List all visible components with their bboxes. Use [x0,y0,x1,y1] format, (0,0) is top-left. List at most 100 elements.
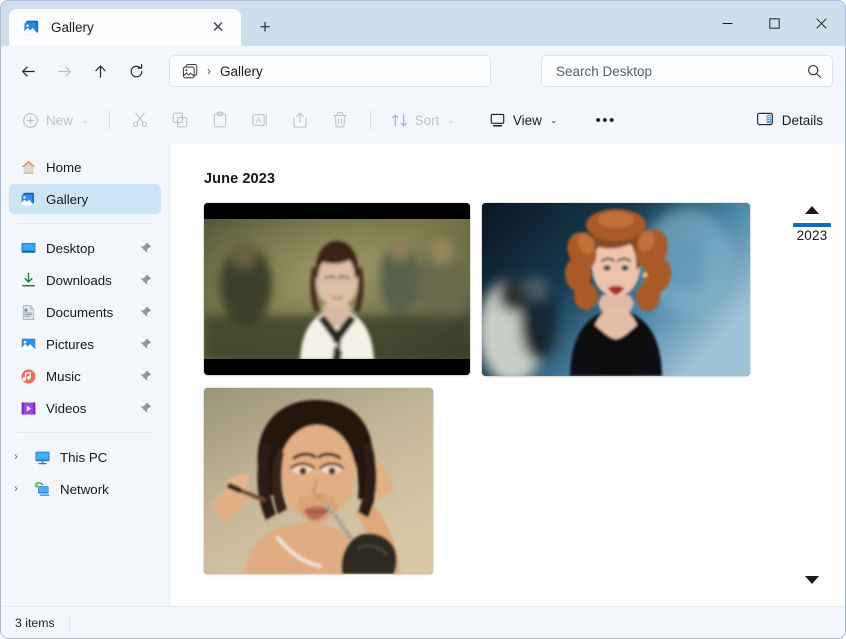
year-scrollbar: 2023 [779,144,845,606]
address-bar: › Gallery Search Desktop [1,46,845,96]
forward-button[interactable] [47,54,81,88]
photo-thumbnail-3 [204,388,433,574]
body: Home Gallery Desktop Downloads Documents… [1,144,845,606]
title-bar: Gallery ✕ + [1,1,845,46]
sidebar-item-label: Home [46,159,82,175]
sidebar-item-this-pc[interactable]: › This PC [9,442,161,472]
gallery-item-3[interactable] [204,388,433,574]
sidebar-item-videos[interactable]: Videos [9,393,161,423]
sidebar-item-downloads[interactable]: Downloads [9,265,161,295]
search-icon[interactable] [807,64,822,79]
details-pane-button[interactable]: Details [746,103,833,137]
sort-icon [391,112,408,129]
sidebar-item-gallery[interactable]: Gallery [9,184,161,214]
gallery-item-2[interactable] [482,203,750,376]
paste-button[interactable] [201,103,239,137]
sidebar-item-label: Network [60,481,109,497]
share-button[interactable] [281,103,319,137]
pin-icon[interactable] [139,306,153,318]
photo-thumbnail-2 [482,203,750,376]
chevron-down-icon: ⌄ [447,114,455,125]
pictures-icon [19,335,37,353]
new-button-label: New [46,112,74,128]
status-divider [68,614,70,631]
desktop-icon [19,239,37,257]
this-pc-icon [33,448,51,466]
plus-circle-icon [22,112,39,129]
breadcrumb[interactable]: › Gallery [169,55,491,87]
pin-icon[interactable] [139,274,153,286]
documents-icon [19,303,37,321]
item-count-label: 3 items [15,615,55,630]
file-explorer-window: Gallery ✕ + › Gallery Search Desktop New… [0,0,846,639]
sidebar-item-desktop[interactable]: Desktop [9,233,161,263]
toolbar-divider-2 [369,110,371,130]
minimize-button[interactable] [704,1,751,46]
sidebar-item-home[interactable]: Home [9,152,161,182]
sidebar-item-label: Music [46,368,81,384]
new-tab-button[interactable]: + [248,10,282,44]
search-box[interactable]: Search Desktop [541,55,833,87]
sidebar-divider [17,223,153,224]
gallery-grid [170,187,782,574]
cut-button[interactable] [121,103,159,137]
sidebar-item-label: Desktop [46,240,95,256]
chevron-down-icon: ⌄ [81,114,89,125]
sort-button-label: Sort [414,112,440,128]
sidebar-item-label: This PC [60,449,108,465]
sidebar-item-label: Gallery [46,191,89,207]
sidebar-item-label: Downloads [46,272,112,288]
pin-icon[interactable] [139,370,153,382]
network-icon [33,480,51,498]
breadcrumb-current[interactable]: Gallery [220,64,263,79]
tab-label: Gallery [51,20,94,35]
year-indicator-bar[interactable] [793,223,831,227]
year-label[interactable]: 2023 [797,228,828,243]
sidebar-item-network[interactable]: › Network [9,474,161,504]
more-options-button[interactable]: ••• [586,103,624,137]
scroll-up-arrow-icon[interactable] [805,206,819,214]
pin-icon[interactable] [139,338,153,350]
gallery-content: June 2023 2023 [170,144,845,606]
tab-gallery[interactable]: Gallery ✕ [9,9,241,46]
pin-icon[interactable] [139,242,153,254]
up-button[interactable] [83,54,117,88]
music-icon [19,367,37,385]
sidebar-item-pictures[interactable]: Pictures [9,329,161,359]
window-controls [704,1,845,46]
command-bar: New ⌄ A Sort ⌄ View ⌄ ••• Details [1,96,845,144]
ellipsis-icon: ••• [595,111,616,129]
rename-button[interactable]: A [241,103,279,137]
close-button[interactable] [798,1,845,46]
maximize-button[interactable] [751,1,798,46]
downloads-icon [19,271,37,289]
sort-button[interactable]: Sort ⌄ [382,103,464,137]
copy-button[interactable] [161,103,199,137]
view-button-label: View [512,112,542,128]
view-icon [489,112,506,129]
scroll-down-arrow-icon[interactable] [805,576,819,584]
view-button[interactable]: View ⌄ [480,103,567,137]
search-input[interactable]: Search Desktop [556,64,807,79]
back-button[interactable] [11,54,45,88]
photo-thumbnail-1 [204,203,470,375]
tab-strip: Gallery ✕ + [1,1,282,46]
gallery-item-1[interactable] [204,203,470,375]
delete-button[interactable] [321,103,359,137]
gallery-icon [180,61,200,81]
svg-text:A: A [255,116,261,125]
pin-icon[interactable] [139,402,153,414]
sidebar-item-music[interactable]: Music [9,361,161,391]
details-pane-label: Details [781,112,823,128]
sidebar-item-documents[interactable]: Documents [9,297,161,327]
status-bar: 3 items [1,606,845,638]
details-pane-icon [756,110,774,131]
new-button[interactable]: New ⌄ [13,103,98,137]
sidebar-divider-2 [17,432,153,433]
chevron-right-icon[interactable]: › [8,451,24,463]
close-icon[interactable]: ✕ [205,15,231,41]
videos-icon [19,399,37,417]
gallery-icon [23,19,41,37]
chevron-right-icon[interactable]: › [8,483,24,495]
refresh-button[interactable] [119,54,153,88]
